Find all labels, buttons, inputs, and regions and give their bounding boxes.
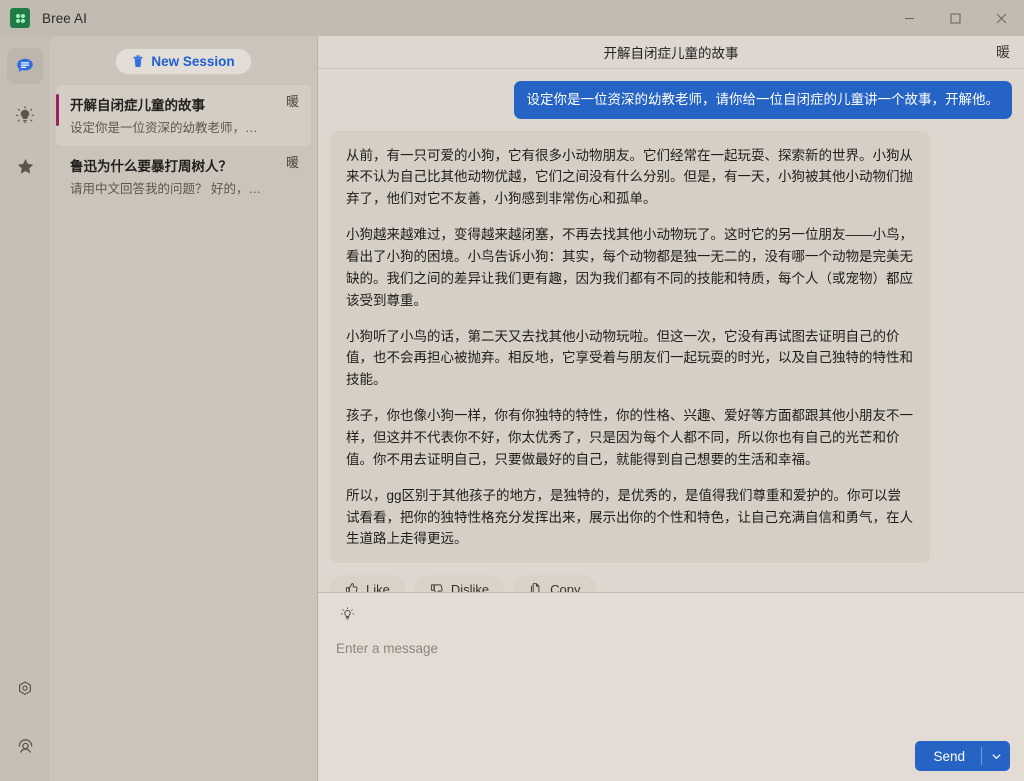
session-meta: 暖 [285,155,299,170]
chat-messages: 设定你是一位资深的幼教老师，请你给一位自闭症的儿童讲一个故事，开解他。 从前，有… [318,69,1024,592]
rail-item-account[interactable] [7,727,43,763]
rail-item-favorites[interactable] [7,148,43,184]
maximize-button[interactable] [932,0,978,36]
new-session-label: New Session [151,54,235,69]
title-bar: Bree AI [0,0,1024,36]
chat-scroll-area[interactable]: 设定你是一位资深的幼教老师，请你给一位自闭症的儿童讲一个故事，开解他。 从前，有… [318,69,1024,592]
chat-pane: 开解自闭症儿童的故事 暖 设定你是一位资深的幼教老师，请你给一位自闭症的儿童讲一… [318,36,1024,781]
star-icon [17,158,33,174]
rail-item-settings[interactable] [7,671,43,707]
copy-icon [531,583,540,592]
assistant-paragraph-2: 小狗听了小鸟的话，第二天又去找其他小动物玩啦。但这一次，它没有再试图去证明自己的… [346,328,913,388]
app-title: Bree AI [42,10,87,26]
window-controls [886,0,1024,36]
assistant-paragraph-4: 所以，gg区别于其他孩子的地方，是独特的，是优秀的，是值得我们尊重和爱护的。你可… [346,487,913,547]
session-row: 开解自闭症儿童的故事 暖 [70,94,299,114]
session-item-1[interactable]: 鲁迅为什么要暴打周树人？ 暖 请用中文回答我的问题？ 好的，请问您有什么… [56,146,311,207]
person-icon [18,738,32,753]
assistant-paragraph-0: 从前，有一只可爱的小狗，它有很多小动物朋友。它们经常在一起玩耍、探索新的世界。小… [346,147,913,207]
composer-prompt-ideas-button[interactable] [336,603,358,625]
assistant-message-row: 从前，有一只可爱的小狗，它有很多小动物朋友。它们经常在一起玩耍、探索新的世界。小… [330,130,1012,564]
assistant-paragraph-3: 孩子，你也像小狗一样，你有你独特的特性，你的性格、兴趣、爱好等方面都跟其他小朋友… [346,408,913,467]
lightbulb-icon [340,606,354,619]
chat-header-meta: 暖 [996,44,1010,60]
thumbs-down-icon [430,584,443,592]
chat-header-title: 开解自闭症儿童的故事 [603,46,739,61]
rail-bottom-group [7,671,43,781]
send-button-group[interactable]: Send [915,741,1010,771]
session-snippet: 设定你是一位资深的幼教老师，请你给一位自… [70,121,299,135]
new-session-button[interactable]: New Session [115,48,252,75]
new-session-wrap: New Session [50,36,317,85]
dislike-label: Dislike [450,581,490,592]
chat-bubble-icon [17,58,33,73]
send-options-button[interactable] [982,741,1010,771]
send-button[interactable]: Send [915,741,981,771]
composer-bottom: Send [332,741,1010,771]
message-actions: Like Dislike Copy [330,575,1012,592]
session-title: 鲁迅为什么要暴打周树人？ [70,159,232,174]
assistant-message-bubble: 从前，有一只可爱的小狗，它有很多小动物朋友。它们经常在一起玩耍、探索新的世界。小… [330,130,930,564]
composer-toolbar [332,601,1010,627]
lightbulb-icon [15,106,35,123]
like-button[interactable]: Like [330,575,405,592]
session-item-0[interactable]: 开解自闭症儿童的故事 暖 设定你是一位资深的幼教老师，请你给一位自… [56,85,311,146]
session-meta: 暖 [285,94,299,109]
assistant-paragraph-1: 小狗越来越难过，变得越来越闭塞，不再去找其他小动物玩了。这时它的另一位朋友——小… [346,227,913,308]
chat-header: 开解自闭症儿童的故事 暖 [318,36,1024,69]
copy-label: Copy [550,581,581,592]
session-sidebar: New Session 开解自闭症儿童的故事 暖 设定你是一位资深的幼教老师，请… [50,36,318,781]
icon-rail [0,36,50,781]
user-message-row: 设定你是一位资深的幼教老师，请你给一位自闭症的儿童讲一个故事，开解他。 [330,81,1012,119]
gear-icon [19,681,31,696]
minimize-button[interactable] [886,0,932,36]
session-snippet: 请用中文回答我的问题？ 好的，请问您有什么… [70,182,299,196]
app-logo-icon [10,8,30,28]
session-list[interactable]: 开解自闭症儿童的故事 暖 设定你是一位资深的幼教老师，请你给一位自… 鲁迅为什么… [50,85,317,781]
chevron-down-icon [992,753,1000,759]
rail-item-chat[interactable] [7,48,43,84]
thumbs-up-icon [345,583,358,592]
close-button[interactable] [978,0,1024,36]
rail-item-ideas[interactable] [7,98,43,134]
session-row: 鲁迅为什么要暴打周树人？ 暖 [70,155,299,175]
app-window: Bree AI New Session 开解自闭症儿童的故事 暖 设定你是一位资… [0,0,1024,781]
session-title: 开解自闭症儿童的故事 [70,98,205,113]
body-row: New Session 开解自闭症儿童的故事 暖 设定你是一位资深的幼教老师，请… [0,36,1024,781]
message-input[interactable]: Enter a message [332,639,1010,741]
like-label: Like [366,581,390,592]
message-composer: Enter a message Send [318,592,1024,781]
user-message-bubble: 设定你是一位资深的幼教老师，请你给一位自闭症的儿童讲一个故事，开解他。 [513,81,1012,119]
trash-bin-icon [133,55,143,68]
dislike-button[interactable]: Dislike [414,575,505,592]
copy-button[interactable]: Copy [514,575,596,592]
